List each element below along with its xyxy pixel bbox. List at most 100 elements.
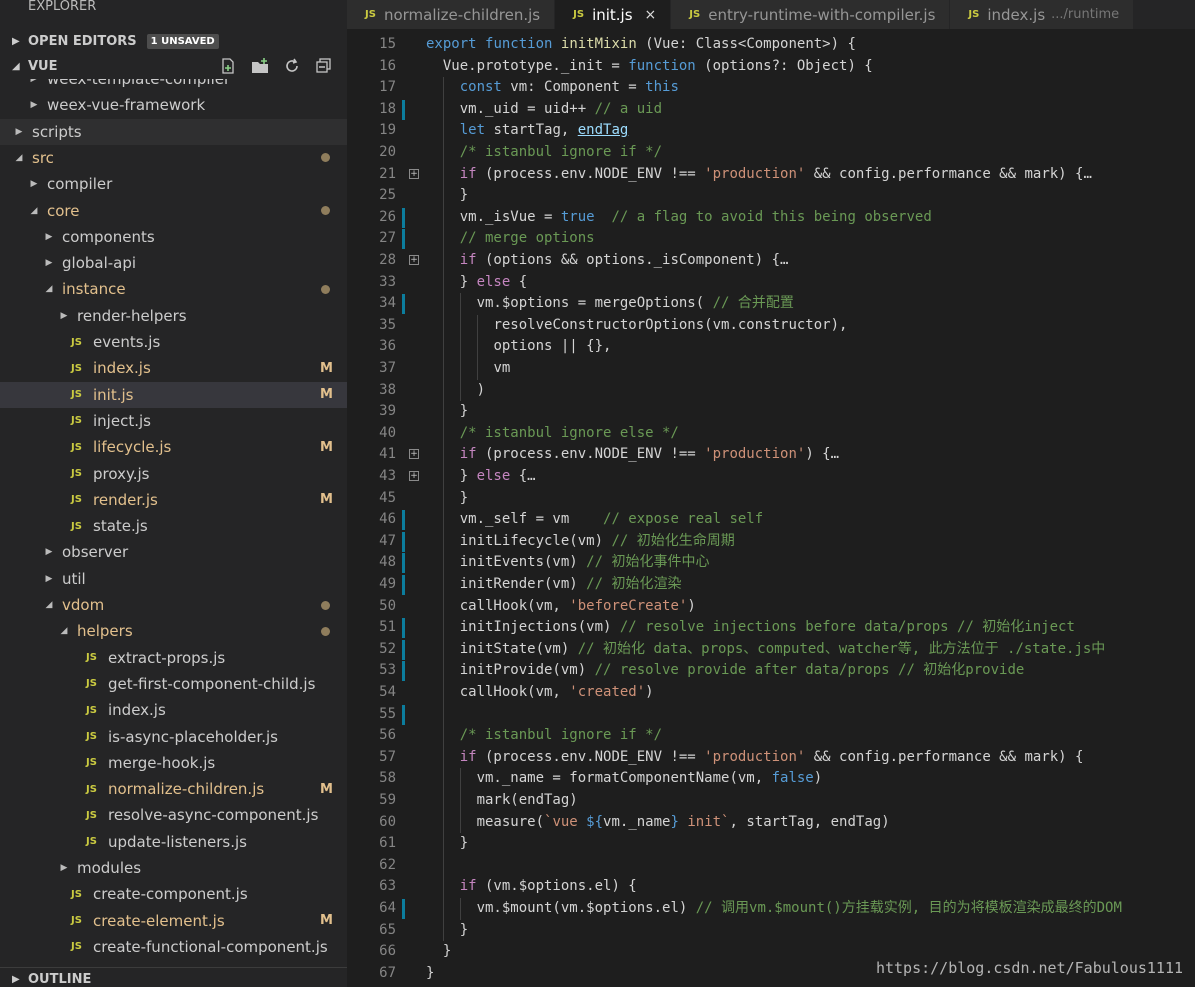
git-change-marker[interactable] [402,553,405,574]
code-line[interactable]: 40 /* istanbul ignore else */ [347,422,1195,445]
tree-file[interactable]: JS state.js [0,513,347,539]
code-line[interactable]: 57 if (process.env.NODE_ENV !== 'producti… [347,746,1195,769]
tree-folder[interactable]: ▶ weex-vue-framework [0,92,347,118]
tree-file[interactable]: JS get-first-component-child.js [0,671,347,697]
code-line[interactable]: 16 Vue.prototype._init = function (option… [347,56,1195,78]
tree-folder[interactable]: ◢ helpers [0,618,347,644]
code-line[interactable]: 18 vm._uid = uid++ // a uid [347,98,1195,121]
tree-file[interactable]: JS is-async-placeholder.js [0,724,347,750]
tree-folder[interactable]: ▶ util [0,566,347,592]
tree-file[interactable]: JS merge-hook.js [0,750,347,776]
git-change-marker[interactable] [402,207,405,228]
tree-folder[interactable]: ▶ weex-template-compiler [0,79,347,92]
tree-folder[interactable]: ◢ src [0,145,347,171]
code-line[interactable]: 27 // merge options [347,228,1195,250]
code-line[interactable]: 53 initProvide(vm) // resolve provide aft… [347,660,1195,682]
code-line[interactable]: 63 if (vm.$options.el) { [347,876,1195,898]
fold-expand-icon[interactable]: + [409,255,419,265]
code-line[interactable]: 15 export function initMixin (Vue: Class<… [347,34,1195,56]
code-line[interactable]: 20 /* istanbul ignore if */ [347,142,1195,164]
code-line[interactable]: 36 options || {}, [347,336,1195,358]
tree-folder[interactable]: ◢ core [0,198,347,224]
project-header[interactable]: ◢ VUE [0,54,347,78]
collapse-all-icon[interactable] [314,56,334,76]
fold-expand-icon[interactable]: + [409,449,419,460]
code-line[interactable]: 39} [347,401,1195,423]
code-line[interactable]: 26 vm._isVue = true // a flag to avoid th… [347,206,1195,229]
git-change-marker[interactable] [402,294,405,315]
close-icon[interactable]: × [645,7,657,23]
code-line[interactable]: 17 const vm: Component = this [347,77,1195,99]
tree-file[interactable]: JS create-functional-component.js [0,934,347,960]
tree-file[interactable]: JS extract-props.js [0,645,347,671]
code-line[interactable]: 58 vm._name = formatComponentName(vm, fal… [347,768,1195,790]
tree-file[interactable]: JS events.js [0,329,347,355]
tree-folder[interactable]: ◢ instance [0,276,347,302]
code-line[interactable]: 65} [347,919,1195,942]
tree-file[interactable]: JS init.js M [0,381,347,408]
code-line[interactable]: 35 resolveConstructorOptions(vm.construct… [347,314,1195,337]
code-line[interactable]: 52 initState(vm) // 初始化 data、props、comput… [347,638,1195,661]
tree-folder[interactable]: ▶ render-helpers [0,303,347,329]
fold-expand-icon[interactable]: + [409,471,419,481]
tree-file[interactable]: JS normalize-children.js M [0,776,347,802]
code-line[interactable]: 37 vm [347,358,1195,380]
code-line[interactable]: 51 initInjections(vm) // resolve injectio… [347,617,1195,639]
code-line[interactable]: 48 initEvents(vm) // 初始化事件中心 [347,552,1195,574]
code-line[interactable]: 55 [347,703,1195,726]
tree-folder[interactable]: ▶ observer [0,539,347,565]
code-line[interactable]: 49 initRender(vm) // 初始化渲染 [347,574,1195,596]
code-line[interactable]: 64 vm.$mount(vm.$options.el) // 调用vm.$mou… [347,898,1195,920]
editor-tab[interactable]: JS entry-runtime-with-compiler.js [671,0,951,29]
tree-file[interactable]: JS update-listeners.js [0,829,347,855]
code-line[interactable]: 54 callHook(vm, 'created') [347,682,1195,704]
tree-file[interactable]: JS render.js M [0,487,347,513]
code-line[interactable]: 21 + if (process.env.NODE_ENV !== 'product… [347,163,1195,186]
code-line[interactable]: 43 +} else {… [347,466,1195,488]
code-line[interactable]: 59 mark(endTag) [347,790,1195,812]
tree-file[interactable]: JS index.js [0,697,347,723]
tree-file[interactable]: JS proxy.js [0,461,347,487]
code-line[interactable]: 46 vm._self = vm // expose real self [347,509,1195,531]
new-folder-icon[interactable] [250,56,270,76]
refresh-icon[interactable] [282,56,302,76]
code-line[interactable]: 25} [347,185,1195,207]
tree-file[interactable]: JS create-component.js [0,881,347,907]
git-change-marker[interactable] [402,99,405,120]
code-line[interactable]: 34 vm.$options = mergeOptions( // 合并配置 [347,293,1195,315]
tree-folder[interactable]: ▶ compiler [0,171,347,197]
tree-file[interactable]: JS create-element.js M [0,908,347,934]
code-line[interactable]: 56 /* istanbul ignore if */ [347,725,1195,747]
git-change-marker[interactable] [402,639,405,660]
code-line[interactable]: 38) [347,379,1195,402]
fold-expand-icon[interactable]: + [409,168,419,179]
code-line[interactable]: 61} [347,833,1195,855]
code-line[interactable]: 28 + if (options && options._isComponent) … [347,250,1195,272]
code-line[interactable]: 19 let startTag, endTag [347,120,1195,142]
code-line[interactable]: 62 [347,854,1195,877]
open-editors-header[interactable]: ▶ OPEN EDITORS 1 UNSAVED [0,29,347,53]
code-line[interactable]: 50 callHook(vm, 'beforeCreate') [347,595,1195,618]
outline-header[interactable]: ▶ OUTLINE [0,967,347,987]
git-change-marker[interactable] [402,575,405,595]
git-change-marker[interactable] [402,531,405,552]
tree-folder[interactable]: ▶ global-api [0,250,347,276]
tree-folder[interactable]: ◢ vdom [0,592,347,618]
code-line[interactable]: 60 measure(`vue ${vm._name} init`, startT… [347,811,1195,834]
git-change-marker[interactable] [402,661,405,682]
code-editor[interactable]: 15 export function initMixin (Vue: Class<… [347,29,1195,987]
tree-file[interactable]: JS resolve-async-component.js [0,802,347,828]
code-line[interactable]: 45} [347,487,1195,510]
git-change-marker[interactable] [402,229,405,250]
tree-folder[interactable]: ▶ components [0,224,347,250]
code-line[interactable]: 47 initLifecycle(vm) // 初始化生命周期 [347,530,1195,553]
git-change-marker[interactable] [402,618,405,639]
git-change-marker[interactable] [402,899,405,919]
git-change-marker[interactable] [402,704,405,725]
code-line[interactable]: 41 + if (process.env.NODE_ENV !== 'product… [347,444,1195,466]
git-change-marker[interactable] [402,510,405,531]
editor-tab[interactable]: JS index.js .../runtime [950,0,1135,29]
tree-file[interactable]: JS index.js M [0,355,347,381]
tree-file[interactable]: JS lifecycle.js M [0,434,347,460]
tree-file[interactable]: JS inject.js [0,408,347,434]
